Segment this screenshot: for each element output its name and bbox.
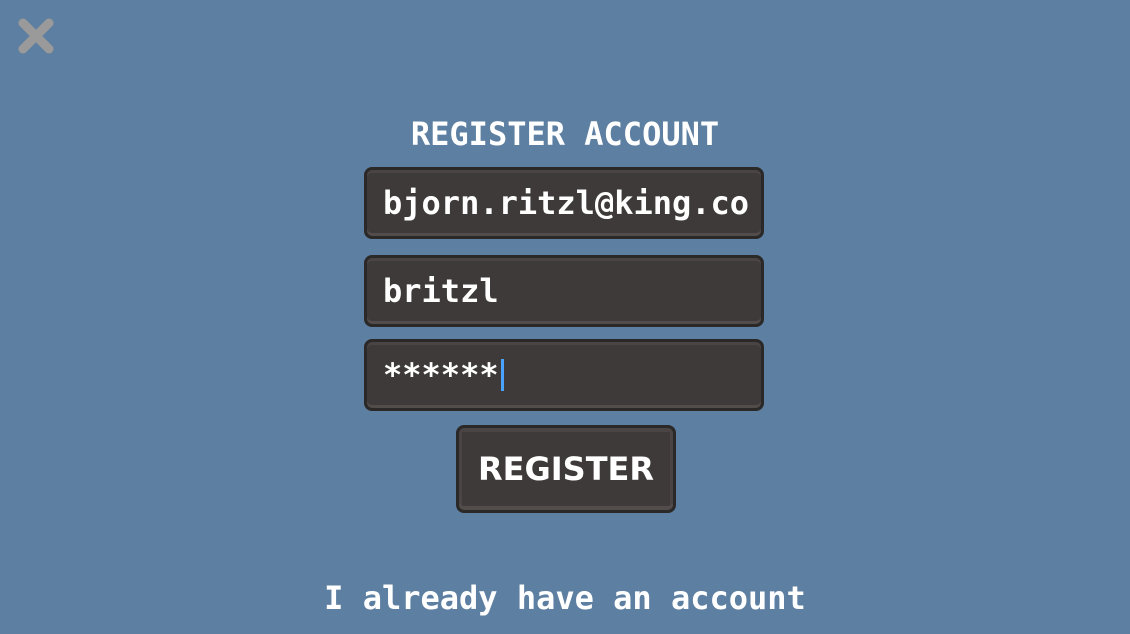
username-field-value: britzl [383,272,499,310]
text-caret [500,359,504,391]
email-field-value: bjorn.ritzl@king.co [383,184,750,222]
username-field[interactable]: britzl [364,255,764,327]
have-account-link[interactable]: I already have an account [0,576,1130,620]
password-field-content: ****** [383,342,504,408]
close-button[interactable] [16,16,56,56]
email-field[interactable]: bjorn.ritzl@king.co [364,167,764,239]
password-field-value: ****** [383,356,499,394]
register-button[interactable]: REGISTER [456,425,676,513]
password-field[interactable]: ****** [364,339,764,411]
close-icon [18,18,54,54]
page-title: REGISTER ACCOUNT [410,115,720,153]
